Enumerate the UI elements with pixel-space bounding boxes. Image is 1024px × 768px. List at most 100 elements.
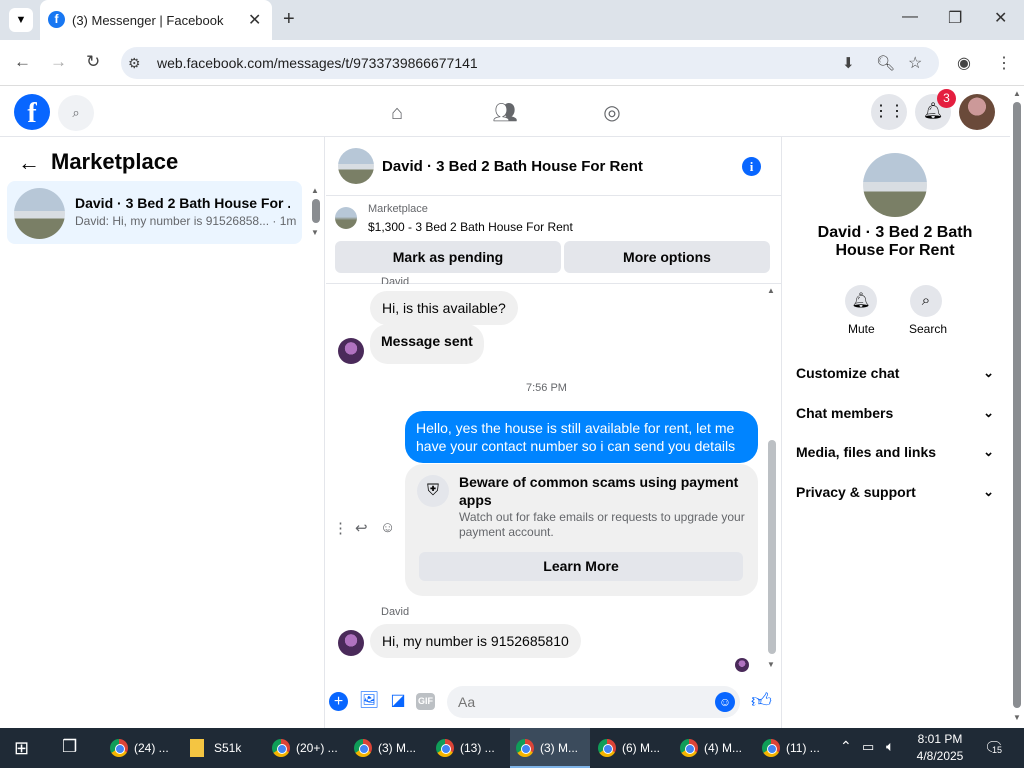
zoom-icon[interactable]: 🔍︎ xyxy=(876,54,895,72)
reload-icon[interactable]: ↻ xyxy=(86,52,100,72)
taskbar-chrome-item-active[interactable]: (3) M... xyxy=(510,728,590,768)
taskbar-item-label: (3) M... xyxy=(540,741,578,755)
chrome-icon xyxy=(598,739,616,757)
tab-close-icon[interactable]: ✕ xyxy=(248,10,261,30)
taskbar-chrome-item[interactable]: (11) ... xyxy=(756,728,834,768)
tab-search-dropdown-icon[interactable]: ▼ xyxy=(9,8,33,32)
page-scrollbar-thumb[interactable] xyxy=(1013,102,1021,708)
network-icon[interactable]: ▭ xyxy=(862,739,874,755)
taskbar-folder-item[interactable]: S51k xyxy=(184,728,262,768)
photo-icon[interactable]: 🖼︎ xyxy=(358,690,380,712)
more-actions-plus-icon[interactable]: + xyxy=(329,692,348,711)
conversation-name[interactable]: David · 3 Bed 2 Bath House For ... xyxy=(75,195,290,211)
taskbar-chrome-item[interactable]: (3) M... xyxy=(348,728,426,768)
menu-icon[interactable]: ⋮ xyxy=(996,53,1012,73)
taskbar-item-label: (13) ... xyxy=(460,741,495,755)
like-thumb-icon[interactable]: 👍︎ xyxy=(751,689,772,713)
taskbar-chrome-item[interactable]: (6) M... xyxy=(592,728,670,768)
search-icon[interactable]: ⌕ xyxy=(58,95,94,131)
gif-icon[interactable]: GIF xyxy=(416,693,435,710)
scam-warning-title: Beware of common scams using payment app… xyxy=(459,474,739,508)
conversation-avatar[interactable] xyxy=(14,188,65,239)
conversation-snippet[interactable]: David: Hi, my number is 91526858... · 1m xyxy=(75,214,296,228)
sender-avatar[interactable] xyxy=(338,338,364,364)
taskbar-item-label: (11) ... xyxy=(786,741,820,755)
taskbar-item-label: (20+) ... xyxy=(296,741,338,755)
taskbar-chrome-item[interactable]: (13) ... xyxy=(430,728,508,768)
volume-icon[interactable]: 🔈︎ xyxy=(886,738,894,755)
incoming-message[interactable]: Hi, is this available? xyxy=(370,291,518,325)
mute-label[interactable]: Mute xyxy=(848,322,875,336)
facebook-logo-icon[interactable]: f xyxy=(14,94,50,130)
window-close-icon[interactable]: ✕ xyxy=(994,8,1007,28)
mark-as-pending-button[interactable]: Mark as pending xyxy=(335,241,561,273)
taskbar-clock[interactable]: 8:01 PM 4/8/2025 xyxy=(912,731,968,765)
chrome-icon xyxy=(436,739,454,757)
chevron-down-icon: ⌄ xyxy=(983,365,994,380)
taskbar-chrome-item[interactable]: (24) ... xyxy=(104,728,182,768)
action-center-icon[interactable]: 🗨︎15 xyxy=(984,738,1004,758)
learn-more-button[interactable]: Learn More xyxy=(419,552,743,581)
incoming-message[interactable]: Message sent xyxy=(370,324,484,364)
groups-icon[interactable]: ◎ xyxy=(597,98,627,128)
site-info-icon[interactable]: ⚙ xyxy=(128,55,141,72)
emoji-icon[interactable]: ☺ xyxy=(715,692,735,712)
maximize-icon[interactable]: ❐ xyxy=(948,8,962,28)
chat-avatar[interactable] xyxy=(338,148,374,184)
scam-warning-description: Watch out for fake emails or requests to… xyxy=(459,510,745,539)
forward-icon[interactable]: → xyxy=(50,52,67,72)
clock-date: 4/8/2025 xyxy=(916,749,964,763)
back-icon[interactable]: ← xyxy=(14,52,31,72)
search-label[interactable]: Search xyxy=(909,322,947,336)
sender-label: David xyxy=(381,276,410,284)
listing-thumbnail[interactable] xyxy=(335,207,357,229)
media-files-links-row[interactable]: Media, files and links ⌄ xyxy=(796,444,996,460)
profile-icon[interactable]: ◉ xyxy=(957,53,971,73)
bookmark-star-icon[interactable]: ☆ xyxy=(908,53,922,73)
profile-avatar[interactable] xyxy=(959,94,995,130)
url-text[interactable]: web.facebook.com/messages/t/973373986667… xyxy=(157,55,478,71)
customize-chat-row[interactable]: Customize chat ⌄ xyxy=(796,365,996,381)
outgoing-message[interactable]: Hello, yes the house is still available … xyxy=(405,411,758,463)
install-app-icon[interactable]: ⬇ xyxy=(842,54,855,72)
taskbar-item-label: (6) M... xyxy=(622,741,660,755)
taskbar-chrome-item[interactable]: (4) M... xyxy=(674,728,752,768)
reply-icon[interactable]: ↩ xyxy=(355,519,368,537)
privacy-support-row[interactable]: Privacy & support ⌄ xyxy=(796,484,996,500)
shield-icon: ⛨ xyxy=(417,475,449,507)
info-icon[interactable]: i xyxy=(742,157,761,176)
tab-title: (3) Messenger | Facebook xyxy=(72,13,224,28)
taskbar-chrome-item[interactable]: (20+) ... xyxy=(266,728,344,768)
panel-title: Marketplace xyxy=(51,149,179,174)
chat-scrollbar-thumb[interactable] xyxy=(768,440,776,654)
section-label: Customize chat xyxy=(796,365,900,381)
section-label: Media, files and links xyxy=(796,444,937,460)
windows-start-icon[interactable]: ⊞ xyxy=(14,738,29,759)
chevron-up-icon[interactable]: ⌃ xyxy=(840,738,852,755)
incoming-message[interactable]: Hi, my number is 9152685810 xyxy=(370,624,581,658)
react-icon[interactable]: ☺ xyxy=(380,519,395,536)
task-view-icon[interactable]: ❒ xyxy=(62,737,77,757)
new-tab-icon[interactable]: + xyxy=(283,8,295,31)
contact-avatar[interactable] xyxy=(863,153,927,217)
message-input[interactable] xyxy=(447,686,740,718)
minimize-icon[interactable]: — xyxy=(902,8,918,26)
sender-label: David xyxy=(381,606,410,618)
chat-title[interactable]: David · 3 Bed 2 Bath House For Rent xyxy=(382,158,643,175)
listing-price[interactable]: $1,300 - 3 Bed 2 Bath House For Rent xyxy=(368,220,573,234)
sender-avatar[interactable] xyxy=(338,630,364,656)
sticker-icon[interactable]: ◪ xyxy=(387,690,409,712)
home-icon[interactable]: ⌂ xyxy=(382,98,412,128)
more-actions-icon[interactable]: ⋮ xyxy=(333,519,348,537)
chrome-icon xyxy=(762,739,780,757)
section-label: Chat members xyxy=(796,405,894,421)
back-arrow-icon[interactable]: ← xyxy=(18,150,40,176)
menu-grid-icon[interactable]: ⋮⋮ xyxy=(871,94,907,130)
friends-icon[interactable]: 👥︎ xyxy=(490,98,520,128)
chat-list-scrollbar[interactable]: ▲ ▼ xyxy=(311,186,321,237)
taskbar-item-label: (3) M... xyxy=(378,741,416,755)
more-options-button[interactable]: More options xyxy=(564,241,770,273)
chat-members-row[interactable]: Chat members ⌄ xyxy=(796,405,996,421)
mute-bell-icon[interactable]: 🔔︎ xyxy=(845,285,877,317)
search-icon[interactable]: ⌕ xyxy=(910,285,942,317)
